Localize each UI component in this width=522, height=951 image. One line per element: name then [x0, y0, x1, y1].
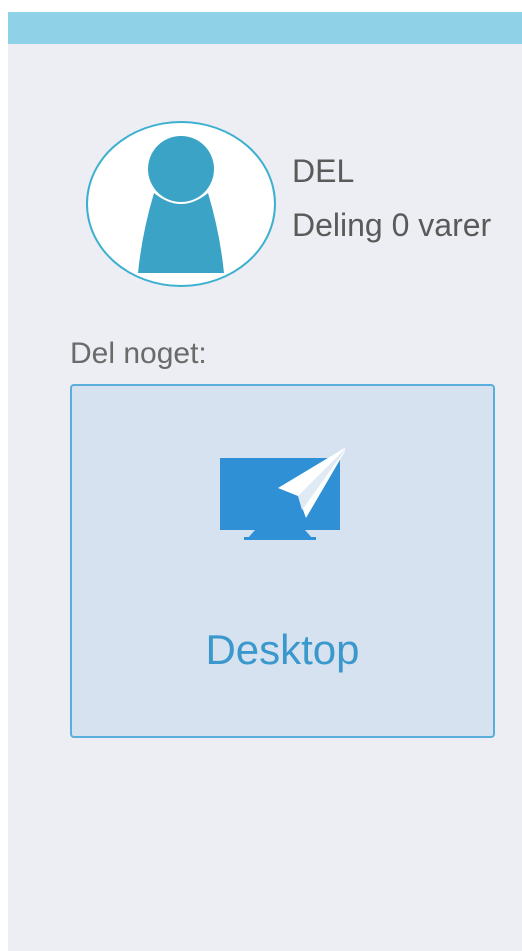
share-desktop-tile[interactable]: Desktop — [70, 384, 495, 738]
share-status: Deling 0 varer — [292, 207, 492, 243]
user-name: DEL — [292, 153, 355, 189]
desktop-tile-label: Desktop — [205, 626, 360, 673]
app-window: DEL Deling 0 varer Del noget: Desktop — [8, 12, 522, 951]
user-silhouette-icon — [138, 136, 224, 273]
monitor-paper-plane-icon — [220, 447, 345, 540]
share-something-label: Del noget: — [70, 337, 207, 370]
avatar — [86, 121, 276, 287]
top-bar — [8, 12, 522, 44]
